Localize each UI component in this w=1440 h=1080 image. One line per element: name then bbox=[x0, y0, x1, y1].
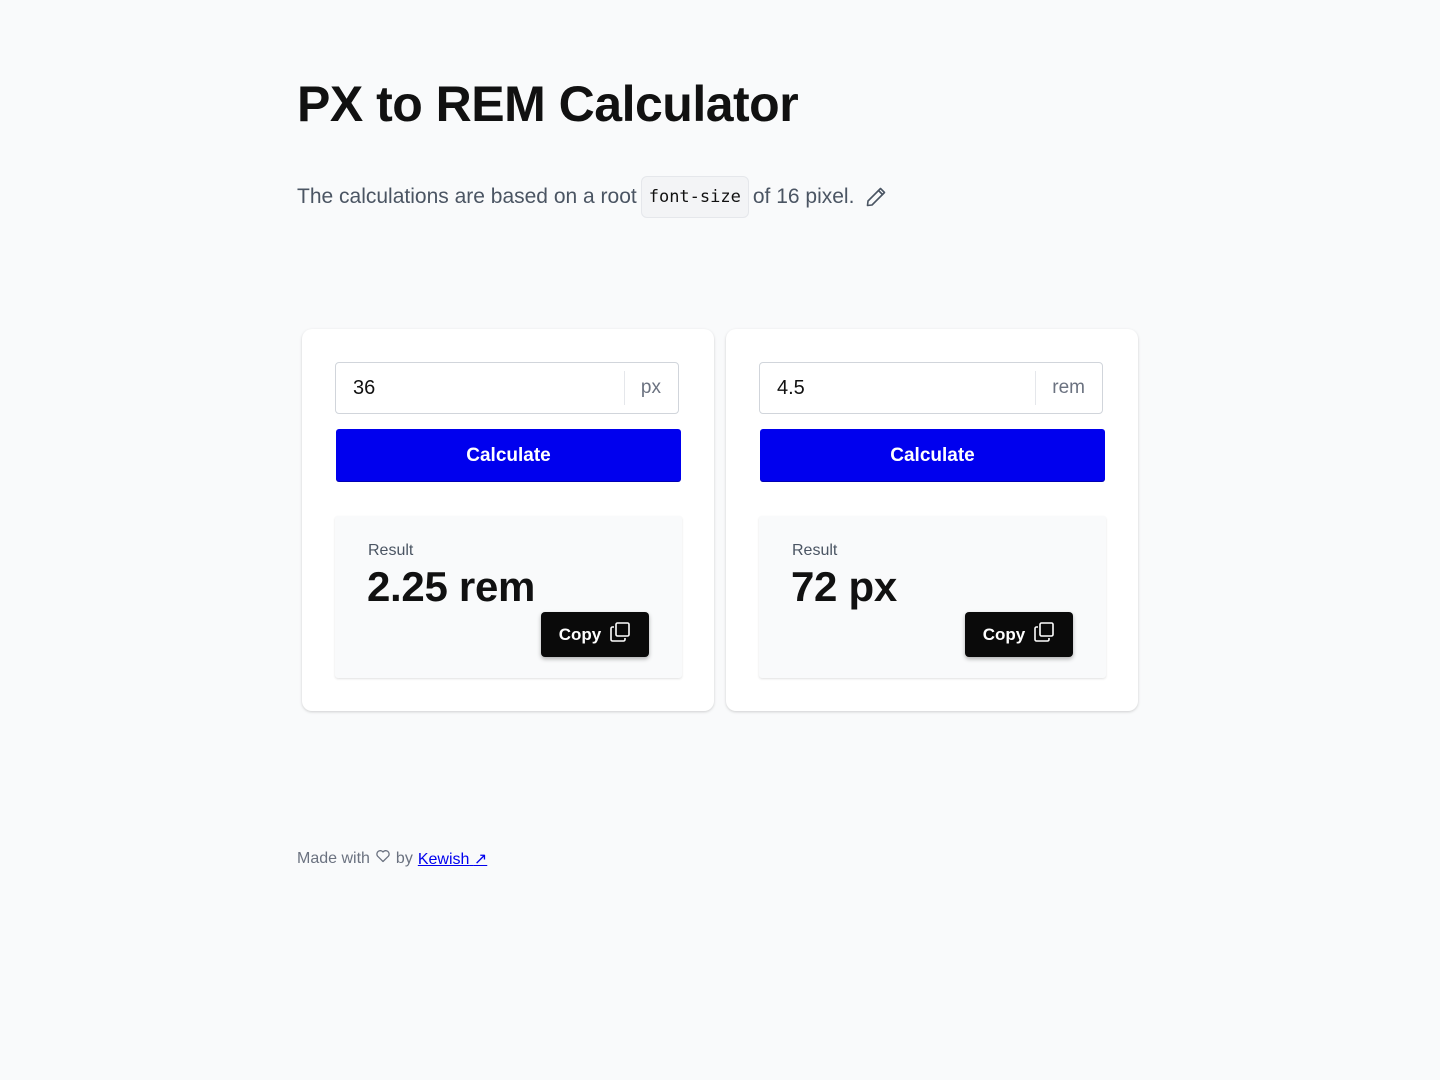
copy-rem-button[interactable]: Copy bbox=[541, 612, 649, 657]
px-unit-label: px bbox=[623, 371, 678, 405]
arrow-up-right-icon: ↗ bbox=[473, 850, 488, 868]
rem-input[interactable] bbox=[760, 362, 1036, 414]
pencil-icon[interactable] bbox=[864, 185, 888, 209]
rem-result-panel: Result 2.25 rem Copy bbox=[335, 516, 682, 678]
footer: Made with by Kewish ↗ bbox=[297, 848, 487, 869]
rem-input-field: rem bbox=[759, 362, 1103, 414]
copy-icon bbox=[609, 621, 631, 648]
result-label: Result bbox=[792, 542, 838, 559]
px-result-value: 72 px bbox=[791, 563, 897, 610]
calculate-rem-button[interactable]: Calculate bbox=[336, 429, 681, 482]
subtitle-text-after: of 16 pixel. bbox=[752, 185, 855, 208]
calculate-px-button[interactable]: Calculate bbox=[760, 429, 1105, 482]
heart-icon bbox=[375, 848, 391, 869]
footer-by: by bbox=[395, 849, 413, 867]
footer-made-with: Made with bbox=[297, 849, 370, 867]
page-subtitle: The calculations are based on a root fon… bbox=[297, 176, 888, 218]
author-link-text: Kewish bbox=[417, 850, 470, 868]
rem-to-px-card: rem Calculate Result 72 px Copy bbox=[726, 329, 1138, 711]
page-title: PX to REM Calculator bbox=[297, 76, 799, 132]
author-link[interactable]: Kewish ↗ bbox=[418, 849, 487, 869]
copy-label: Copy bbox=[558, 624, 602, 644]
subtitle-text-before: The calculations are based on a root bbox=[297, 185, 637, 208]
copy-icon bbox=[1033, 621, 1055, 648]
font-size-code: font-size bbox=[640, 176, 749, 218]
px-input[interactable] bbox=[336, 362, 624, 414]
result-label: Result bbox=[368, 542, 414, 559]
px-to-rem-card: px Calculate Result 2.25 rem Copy bbox=[302, 329, 714, 711]
px-input-field: px bbox=[335, 362, 679, 414]
copy-label: Copy bbox=[982, 624, 1026, 644]
rem-unit-label: rem bbox=[1035, 371, 1102, 405]
rem-result-value: 2.25 rem bbox=[367, 563, 536, 610]
copy-px-button[interactable]: Copy bbox=[965, 612, 1073, 657]
px-result-panel: Result 72 px Copy bbox=[759, 516, 1106, 678]
